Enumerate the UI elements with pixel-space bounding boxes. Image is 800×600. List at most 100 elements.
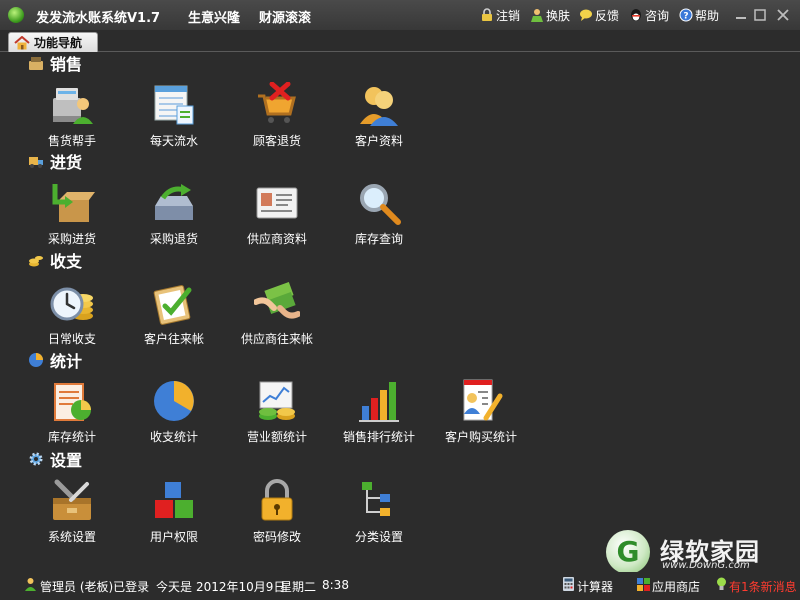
- maximize-button[interactable]: [752, 7, 768, 23]
- cubes-icon: [155, 482, 193, 518]
- user-permissions-button[interactable]: 用户权限: [124, 478, 224, 548]
- calculator-label: 计算器: [577, 580, 614, 594]
- svg-text:?: ?: [683, 12, 688, 22]
- category-settings-label: 分类设置: [354, 530, 403, 544]
- logo-g-icon: G: [606, 530, 650, 574]
- help-label: 帮助: [695, 8, 720, 23]
- feedback-link[interactable]: 反馈: [579, 7, 619, 23]
- supplier-info-button[interactable]: 供应商资料: [227, 180, 327, 250]
- status-bar: 管理员 (老板)已登录 今天是 2012年10月9日 星期二 8:38 计算器 …: [0, 572, 800, 600]
- slogan-wealth: 财源滚滚: [259, 11, 312, 26]
- lightbulb-icon: [717, 577, 726, 590]
- daily-income-expense-button[interactable]: 日常收支: [22, 280, 122, 350]
- minimize-button[interactable]: [733, 7, 749, 23]
- purchase-stock-in-label: 采购进货: [47, 232, 96, 246]
- section-stats-title: 统计: [50, 352, 83, 371]
- logged-in-user: 管理员 (老板)已登录: [40, 580, 150, 594]
- customer-info-label: 客户资料: [354, 134, 403, 148]
- logo-url: www.DownG.com: [662, 560, 750, 571]
- calculator-link[interactable]: 计算器: [562, 572, 624, 600]
- clock-coins-icon: [50, 287, 93, 321]
- logout-link[interactable]: 注销: [480, 7, 520, 23]
- section-purchase-title: 进货: [50, 153, 83, 172]
- close-icon: [777, 9, 789, 21]
- inventory-query-button[interactable]: 库存查询: [329, 180, 429, 250]
- title-bar: 发发流水账系统V1.7 生意兴隆 财源滚滚 注销 换肤 反馈 咨询 ? 帮助: [0, 0, 800, 30]
- close-button[interactable]: [775, 7, 791, 23]
- customers-group-icon: [360, 87, 398, 126]
- report-chart-icon: [54, 383, 91, 421]
- lock-icon: [482, 8, 492, 21]
- customer-accounts-button[interactable]: 客户往来帐: [124, 280, 224, 350]
- customer-info-button[interactable]: 客户资料: [329, 82, 429, 152]
- new-messages-label: 有1条新消息: [729, 580, 797, 594]
- tab-function-navigation[interactable]: 功能导航: [8, 32, 98, 52]
- chart-coins-icon: [259, 381, 295, 420]
- system-settings-button[interactable]: 系统设置: [22, 478, 122, 548]
- tab-function-navigation-label: 功能导航: [34, 36, 83, 50]
- consult-link[interactable]: 咨询: [629, 7, 669, 23]
- change-password-label: 密码修改: [252, 530, 301, 544]
- daily-journal-button[interactable]: 每天流水: [124, 82, 224, 152]
- clipboard-check-icon: [153, 285, 192, 325]
- purchase-stock-in-button[interactable]: 采购进货: [22, 180, 122, 250]
- watermark-logo: G 绿软家园 www.DownG.com: [600, 528, 790, 578]
- magnifier-icon: [360, 184, 401, 225]
- section-settings-header: 设置: [28, 449, 83, 470]
- change-skin-link[interactable]: 换肤: [530, 7, 570, 23]
- section-sales-title: 销售: [50, 55, 83, 74]
- user-permissions-label: 用户权限: [149, 530, 198, 544]
- system-settings-label: 系统设置: [47, 530, 96, 544]
- supplier-accounts-button[interactable]: 供应商往来帐: [227, 280, 327, 350]
- current-date: 2012年10月9日: [196, 580, 286, 594]
- section-stats-header: 统计: [28, 350, 83, 371]
- cash-register-user-icon: [53, 88, 93, 124]
- sales-assistant-button[interactable]: 售货帮手: [22, 82, 122, 152]
- category-settings-button[interactable]: 分类设置: [329, 478, 429, 548]
- customer-return-label: 顾客退货: [252, 134, 301, 148]
- section-finance-title: 收支: [50, 252, 83, 271]
- pie-small-icon: [29, 353, 43, 367]
- income-expense-stats-label: 收支统计: [149, 430, 198, 444]
- supplier-accounts-label: 供应商往来帐: [240, 332, 313, 346]
- report-user-pencil-icon: [463, 379, 503, 421]
- change-password-button[interactable]: 密码修改: [227, 478, 327, 548]
- change-skin-label: 换肤: [546, 8, 571, 23]
- coins-small-icon: [29, 256, 43, 267]
- help-link[interactable]: ? 帮助: [679, 7, 719, 23]
- sales-ranking-stats-label: 销售排行统计: [342, 430, 415, 444]
- padlock-icon: [261, 479, 293, 521]
- gear-small-icon: [29, 452, 43, 466]
- app-store-link[interactable]: 应用商店: [637, 572, 705, 600]
- pie-chart-icon: [154, 381, 194, 421]
- qq-penguin-icon: [631, 9, 641, 21]
- speech-bubble-icon: [580, 9, 592, 21]
- truck-small-icon: [29, 157, 43, 168]
- customer-return-button[interactable]: 顾客退货: [227, 82, 327, 152]
- consult-label: 咨询: [645, 8, 670, 23]
- sales-ranking-stats-button[interactable]: 销售排行统计: [329, 378, 429, 448]
- inventory-stats-label: 库存统计: [47, 430, 96, 444]
- purchase-return-button[interactable]: 采购退货: [124, 180, 224, 250]
- maximize-icon: [754, 9, 766, 21]
- app-store-icon: [637, 578, 650, 591]
- app-logo-icon: [8, 7, 24, 23]
- income-expense-stats-button[interactable]: 收支统计: [124, 378, 224, 448]
- customer-purchase-stats-button[interactable]: 客户购买统计: [431, 378, 531, 448]
- inventory-query-label: 库存查询: [354, 232, 403, 246]
- shopping-cart-cross-icon: [258, 82, 296, 123]
- turnover-stats-button[interactable]: 营业额统计: [227, 378, 327, 448]
- tray-return-arrow-icon: [155, 184, 193, 220]
- customer-purchase-stats-label: 客户购买统计: [444, 430, 517, 444]
- minimize-icon: [736, 17, 746, 19]
- cash-register-small-icon: [29, 57, 43, 70]
- inventory-stats-button[interactable]: 库存统计: [22, 378, 122, 448]
- supplier-info-label: 供应商资料: [246, 232, 307, 246]
- person-skin-icon: [531, 9, 543, 22]
- section-settings-title: 设置: [50, 451, 83, 470]
- messages-link[interactable]: 有1条新消息: [715, 572, 800, 600]
- bar-chart-icon: [359, 382, 399, 422]
- sales-assistant-label: 售货帮手: [47, 134, 96, 148]
- app-title: 发发流水账系统V1.7: [36, 11, 161, 26]
- current-weekday: 星期二: [280, 580, 317, 594]
